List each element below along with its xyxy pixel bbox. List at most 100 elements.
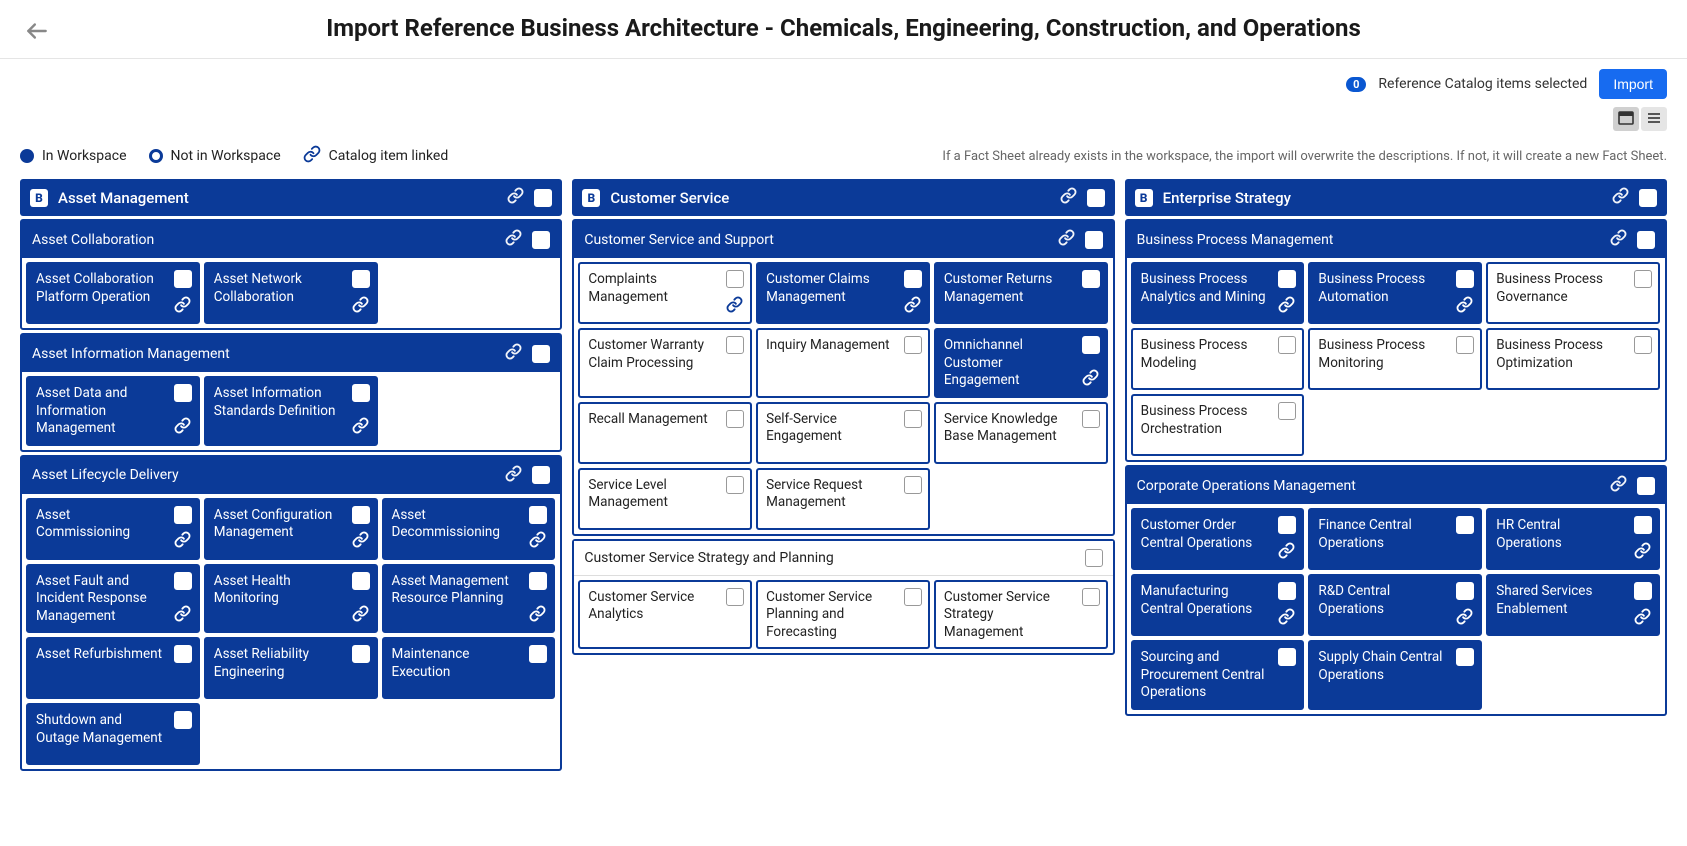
select-checkbox[interactable] [1637,477,1655,495]
capability-card[interactable]: Manufacturing Central Operations [1131,574,1305,636]
link-icon[interactable] [1634,608,1651,631]
link-icon[interactable] [904,296,921,319]
select-checkbox[interactable] [352,384,370,402]
select-checkbox[interactable] [1637,231,1655,249]
capability-card[interactable]: Finance Central Operations [1308,508,1482,570]
capability-card[interactable]: Asset Information Standards Definition [204,376,378,446]
link-icon[interactable] [352,296,369,319]
select-checkbox[interactable] [1278,402,1296,420]
capability-card[interactable]: Business Process Optimization [1486,328,1660,390]
capability-card[interactable]: Inquiry Management [756,328,930,398]
capability-card[interactable]: HR Central Operations [1486,508,1660,570]
select-checkbox[interactable] [1634,582,1652,600]
capability-card[interactable]: Complaints Management [578,262,752,324]
capability-card[interactable]: Business Process Governance [1486,262,1660,324]
select-checkbox[interactable] [1456,270,1474,288]
select-checkbox[interactable] [174,506,192,524]
link-icon[interactable] [1278,296,1295,319]
capability-card[interactable]: Customer Service Strategy Management [934,580,1108,650]
select-checkbox[interactable] [1278,336,1296,354]
capability-card[interactable]: Self-Service Engagement [756,402,930,464]
select-checkbox[interactable] [1278,582,1296,600]
select-checkbox[interactable] [532,345,550,363]
select-checkbox[interactable] [1634,516,1652,534]
select-checkbox[interactable] [1456,516,1474,534]
link-icon[interactable] [174,531,191,554]
capability-card[interactable]: Sourcing and Procurement Central Operati… [1131,640,1305,710]
capability-card[interactable]: Asset Configuration Management [204,498,378,560]
link-icon[interactable] [505,343,522,364]
capability-card[interactable]: Customer Warranty Claim Processing [578,328,752,398]
capability-card[interactable]: Omnichannel Customer Engagement [934,328,1108,398]
capability-card[interactable]: Asset Commissioning [26,498,200,560]
capability-card[interactable]: Shared Services Enablement [1486,574,1660,636]
select-checkbox[interactable] [1278,516,1296,534]
select-checkbox[interactable] [174,645,192,663]
capability-card[interactable]: Customer Service Analytics [578,580,752,650]
capability-card[interactable]: Asset Data and Information Management [26,376,200,446]
select-checkbox[interactable] [352,506,370,524]
link-icon[interactable] [505,229,522,250]
link-icon[interactable] [174,605,191,628]
select-checkbox[interactable] [904,476,922,494]
select-checkbox[interactable] [1639,189,1657,207]
link-icon[interactable] [1058,229,1075,250]
link-icon[interactable] [1278,608,1295,631]
capability-card[interactable]: Shutdown and Outage Management [26,703,200,765]
select-checkbox[interactable] [352,270,370,288]
capability-card[interactable]: Asset Collaboration Platform Operation [26,262,200,324]
capability-card[interactable]: Customer Service Planning and Forecastin… [756,580,930,650]
capability-card[interactable]: Asset Decommissioning [382,498,556,560]
select-checkbox[interactable] [532,231,550,249]
select-checkbox[interactable] [1085,549,1103,567]
capability-card[interactable]: R&D Central Operations [1308,574,1482,636]
capability-card[interactable]: Asset Health Monitoring [204,564,378,634]
card-view-button[interactable] [1613,107,1639,131]
list-view-button[interactable] [1641,107,1667,131]
link-icon[interactable] [174,296,191,319]
select-checkbox[interactable] [1456,336,1474,354]
link-icon[interactable] [352,531,369,554]
capability-card[interactable]: Customer Claims Management [756,262,930,324]
capability-card[interactable]: Service Level Management [578,468,752,530]
select-checkbox[interactable] [1082,336,1100,354]
select-checkbox[interactable] [726,588,744,606]
link-icon[interactable] [174,417,191,440]
select-checkbox[interactable] [529,506,547,524]
link-icon[interactable] [1456,296,1473,319]
select-checkbox[interactable] [529,572,547,590]
select-checkbox[interactable] [904,410,922,428]
link-icon[interactable] [529,531,546,554]
capability-card[interactable]: Customer Order Central Operations [1131,508,1305,570]
capability-card[interactable]: Supply Chain Central Operations [1308,640,1482,710]
link-icon[interactable] [726,296,743,319]
link-icon[interactable] [1278,542,1295,565]
capability-card[interactable]: Business Process Monitoring [1308,328,1482,390]
link-icon[interactable] [505,465,522,486]
capability-card[interactable]: Asset Refurbishment [26,637,200,699]
capability-card[interactable]: Business Process Automation [1308,262,1482,324]
select-checkbox[interactable] [1082,410,1100,428]
select-checkbox[interactable] [174,711,192,729]
capability-card[interactable]: Asset Reliability Engineering [204,637,378,699]
select-checkbox[interactable] [1278,270,1296,288]
select-checkbox[interactable] [532,466,550,484]
select-checkbox[interactable] [529,645,547,663]
select-checkbox[interactable] [726,410,744,428]
capability-card[interactable]: Asset Fault and Incident Response Manage… [26,564,200,634]
select-checkbox[interactable] [1082,270,1100,288]
select-checkbox[interactable] [1634,336,1652,354]
select-checkbox[interactable] [1634,270,1652,288]
select-checkbox[interactable] [1087,189,1105,207]
link-icon[interactable] [1082,369,1099,392]
select-checkbox[interactable] [174,572,192,590]
select-checkbox[interactable] [1082,588,1100,606]
capability-card[interactable]: Recall Management [578,402,752,464]
link-icon[interactable] [1060,187,1077,208]
capability-card[interactable]: Asset Management Resource Planning [382,564,556,634]
select-checkbox[interactable] [726,336,744,354]
link-icon[interactable] [352,605,369,628]
link-icon[interactable] [352,417,369,440]
select-checkbox[interactable] [1456,582,1474,600]
select-checkbox[interactable] [726,270,744,288]
